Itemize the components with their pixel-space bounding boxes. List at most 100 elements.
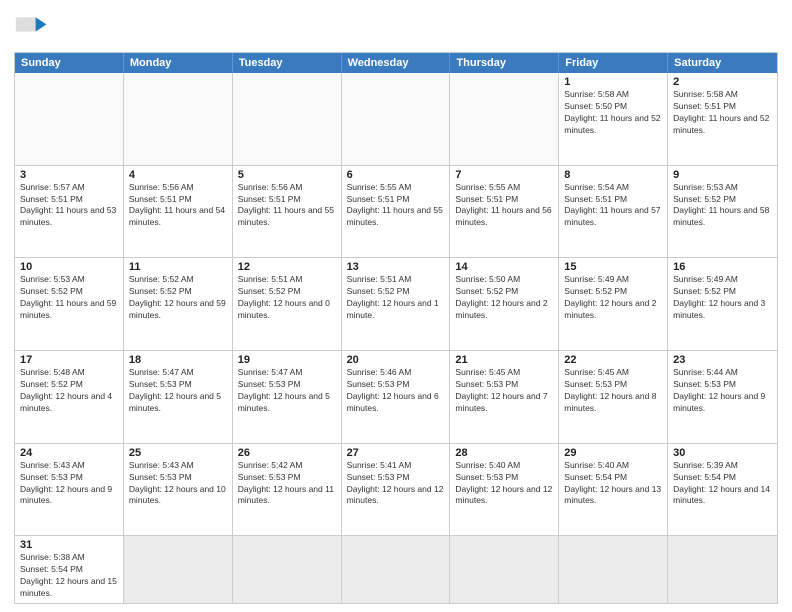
day-cell-8: 8Sunrise: 5:54 AMSunset: 5:51 PMDaylight…: [559, 166, 668, 258]
day-number: 11: [129, 261, 227, 273]
day-info: Sunrise: 5:38 AMSunset: 5:54 PMDaylight:…: [20, 552, 118, 600]
weekday-header-saturday: Saturday: [668, 53, 777, 73]
day-info: Sunrise: 5:53 AMSunset: 5:52 PMDaylight:…: [673, 182, 772, 230]
day-info: Sunrise: 5:45 AMSunset: 5:53 PMDaylight:…: [455, 367, 553, 415]
day-cell-29: 29Sunrise: 5:40 AMSunset: 5:54 PMDayligh…: [559, 444, 668, 536]
day-info: Sunrise: 5:53 AMSunset: 5:52 PMDaylight:…: [20, 274, 118, 322]
day-info: Sunrise: 5:57 AMSunset: 5:51 PMDaylight:…: [20, 182, 118, 230]
calendar-header: SundayMondayTuesdayWednesdayThursdayFrid…: [15, 53, 777, 73]
empty-cell: [15, 73, 124, 165]
day-number: 10: [20, 261, 118, 273]
day-info: Sunrise: 5:47 AMSunset: 5:53 PMDaylight:…: [238, 367, 336, 415]
day-number: 21: [455, 354, 553, 366]
empty-cell: [233, 73, 342, 165]
day-cell-7: 7Sunrise: 5:55 AMSunset: 5:51 PMDaylight…: [450, 166, 559, 258]
day-number: 14: [455, 261, 553, 273]
day-number: 23: [673, 354, 772, 366]
day-cell-9: 9Sunrise: 5:53 AMSunset: 5:52 PMDaylight…: [668, 166, 777, 258]
day-cell-16: 16Sunrise: 5:49 AMSunset: 5:52 PMDayligh…: [668, 258, 777, 350]
calendar-row-0: 1Sunrise: 5:58 AMSunset: 5:50 PMDaylight…: [15, 73, 777, 165]
page: SundayMondayTuesdayWednesdayThursdayFrid…: [0, 0, 792, 612]
empty-cell: [559, 536, 668, 603]
day-cell-11: 11Sunrise: 5:52 AMSunset: 5:52 PMDayligh…: [124, 258, 233, 350]
day-number: 2: [673, 76, 772, 88]
generalblue-logo-icon: [14, 10, 50, 46]
day-cell-25: 25Sunrise: 5:43 AMSunset: 5:53 PMDayligh…: [124, 444, 233, 536]
day-number: 16: [673, 261, 772, 273]
day-number: 28: [455, 447, 553, 459]
day-cell-17: 17Sunrise: 5:48 AMSunset: 5:52 PMDayligh…: [15, 351, 124, 443]
day-info: Sunrise: 5:49 AMSunset: 5:52 PMDaylight:…: [564, 274, 662, 322]
day-cell-27: 27Sunrise: 5:41 AMSunset: 5:53 PMDayligh…: [342, 444, 451, 536]
day-number: 3: [20, 169, 118, 181]
calendar-row-4: 24Sunrise: 5:43 AMSunset: 5:53 PMDayligh…: [15, 443, 777, 536]
day-info: Sunrise: 5:47 AMSunset: 5:53 PMDaylight:…: [129, 367, 227, 415]
day-number: 8: [564, 169, 662, 181]
day-number: 31: [20, 539, 118, 551]
weekday-header-wednesday: Wednesday: [342, 53, 451, 73]
day-info: Sunrise: 5:56 AMSunset: 5:51 PMDaylight:…: [129, 182, 227, 230]
day-info: Sunrise: 5:51 AMSunset: 5:52 PMDaylight:…: [347, 274, 445, 322]
day-cell-23: 23Sunrise: 5:44 AMSunset: 5:53 PMDayligh…: [668, 351, 777, 443]
day-number: 15: [564, 261, 662, 273]
day-info: Sunrise: 5:48 AMSunset: 5:52 PMDaylight:…: [20, 367, 118, 415]
day-info: Sunrise: 5:54 AMSunset: 5:51 PMDaylight:…: [564, 182, 662, 230]
day-info: Sunrise: 5:46 AMSunset: 5:53 PMDaylight:…: [347, 367, 445, 415]
day-cell-5: 5Sunrise: 5:56 AMSunset: 5:51 PMDaylight…: [233, 166, 342, 258]
day-number: 12: [238, 261, 336, 273]
day-number: 30: [673, 447, 772, 459]
day-cell-31: 31Sunrise: 5:38 AMSunset: 5:54 PMDayligh…: [15, 536, 124, 603]
empty-cell: [342, 536, 451, 603]
day-info: Sunrise: 5:55 AMSunset: 5:51 PMDaylight:…: [455, 182, 553, 230]
day-number: 5: [238, 169, 336, 181]
day-info: Sunrise: 5:58 AMSunset: 5:51 PMDaylight:…: [673, 89, 772, 137]
day-number: 19: [238, 354, 336, 366]
empty-cell: [124, 73, 233, 165]
empty-cell: [342, 73, 451, 165]
day-info: Sunrise: 5:49 AMSunset: 5:52 PMDaylight:…: [673, 274, 772, 322]
day-number: 22: [564, 354, 662, 366]
day-cell-22: 22Sunrise: 5:45 AMSunset: 5:53 PMDayligh…: [559, 351, 668, 443]
day-cell-21: 21Sunrise: 5:45 AMSunset: 5:53 PMDayligh…: [450, 351, 559, 443]
day-cell-13: 13Sunrise: 5:51 AMSunset: 5:52 PMDayligh…: [342, 258, 451, 350]
day-info: Sunrise: 5:58 AMSunset: 5:50 PMDaylight:…: [564, 89, 662, 137]
day-number: 4: [129, 169, 227, 181]
day-number: 25: [129, 447, 227, 459]
day-cell-6: 6Sunrise: 5:55 AMSunset: 5:51 PMDaylight…: [342, 166, 451, 258]
header: [14, 10, 778, 46]
calendar-row-1: 3Sunrise: 5:57 AMSunset: 5:51 PMDaylight…: [15, 165, 777, 258]
day-info: Sunrise: 5:51 AMSunset: 5:52 PMDaylight:…: [238, 274, 336, 322]
day-info: Sunrise: 5:41 AMSunset: 5:53 PMDaylight:…: [347, 460, 445, 508]
day-cell-18: 18Sunrise: 5:47 AMSunset: 5:53 PMDayligh…: [124, 351, 233, 443]
day-cell-1: 1Sunrise: 5:58 AMSunset: 5:50 PMDaylight…: [559, 73, 668, 165]
day-cell-4: 4Sunrise: 5:56 AMSunset: 5:51 PMDaylight…: [124, 166, 233, 258]
day-info: Sunrise: 5:43 AMSunset: 5:53 PMDaylight:…: [129, 460, 227, 508]
weekday-header-friday: Friday: [559, 53, 668, 73]
day-number: 17: [20, 354, 118, 366]
day-info: Sunrise: 5:52 AMSunset: 5:52 PMDaylight:…: [129, 274, 227, 322]
day-cell-19: 19Sunrise: 5:47 AMSunset: 5:53 PMDayligh…: [233, 351, 342, 443]
day-info: Sunrise: 5:44 AMSunset: 5:53 PMDaylight:…: [673, 367, 772, 415]
empty-cell: [233, 536, 342, 603]
day-cell-28: 28Sunrise: 5:40 AMSunset: 5:53 PMDayligh…: [450, 444, 559, 536]
day-info: Sunrise: 5:40 AMSunset: 5:54 PMDaylight:…: [564, 460, 662, 508]
empty-cell: [124, 536, 233, 603]
weekday-header-thursday: Thursday: [450, 53, 559, 73]
calendar-row-last: 31Sunrise: 5:38 AMSunset: 5:54 PMDayligh…: [15, 535, 777, 603]
day-number: 20: [347, 354, 445, 366]
day-cell-20: 20Sunrise: 5:46 AMSunset: 5:53 PMDayligh…: [342, 351, 451, 443]
calendar-body: 1Sunrise: 5:58 AMSunset: 5:50 PMDaylight…: [15, 73, 777, 603]
day-cell-3: 3Sunrise: 5:57 AMSunset: 5:51 PMDaylight…: [15, 166, 124, 258]
day-info: Sunrise: 5:56 AMSunset: 5:51 PMDaylight:…: [238, 182, 336, 230]
calendar-row-3: 17Sunrise: 5:48 AMSunset: 5:52 PMDayligh…: [15, 350, 777, 443]
day-number: 29: [564, 447, 662, 459]
day-info: Sunrise: 5:43 AMSunset: 5:53 PMDaylight:…: [20, 460, 118, 508]
day-number: 24: [20, 447, 118, 459]
weekday-header-monday: Monday: [124, 53, 233, 73]
day-number: 26: [238, 447, 336, 459]
day-cell-10: 10Sunrise: 5:53 AMSunset: 5:52 PMDayligh…: [15, 258, 124, 350]
calendar: SundayMondayTuesdayWednesdayThursdayFrid…: [14, 52, 778, 604]
day-number: 6: [347, 169, 445, 181]
empty-cell: [450, 73, 559, 165]
weekday-header-sunday: Sunday: [15, 53, 124, 73]
